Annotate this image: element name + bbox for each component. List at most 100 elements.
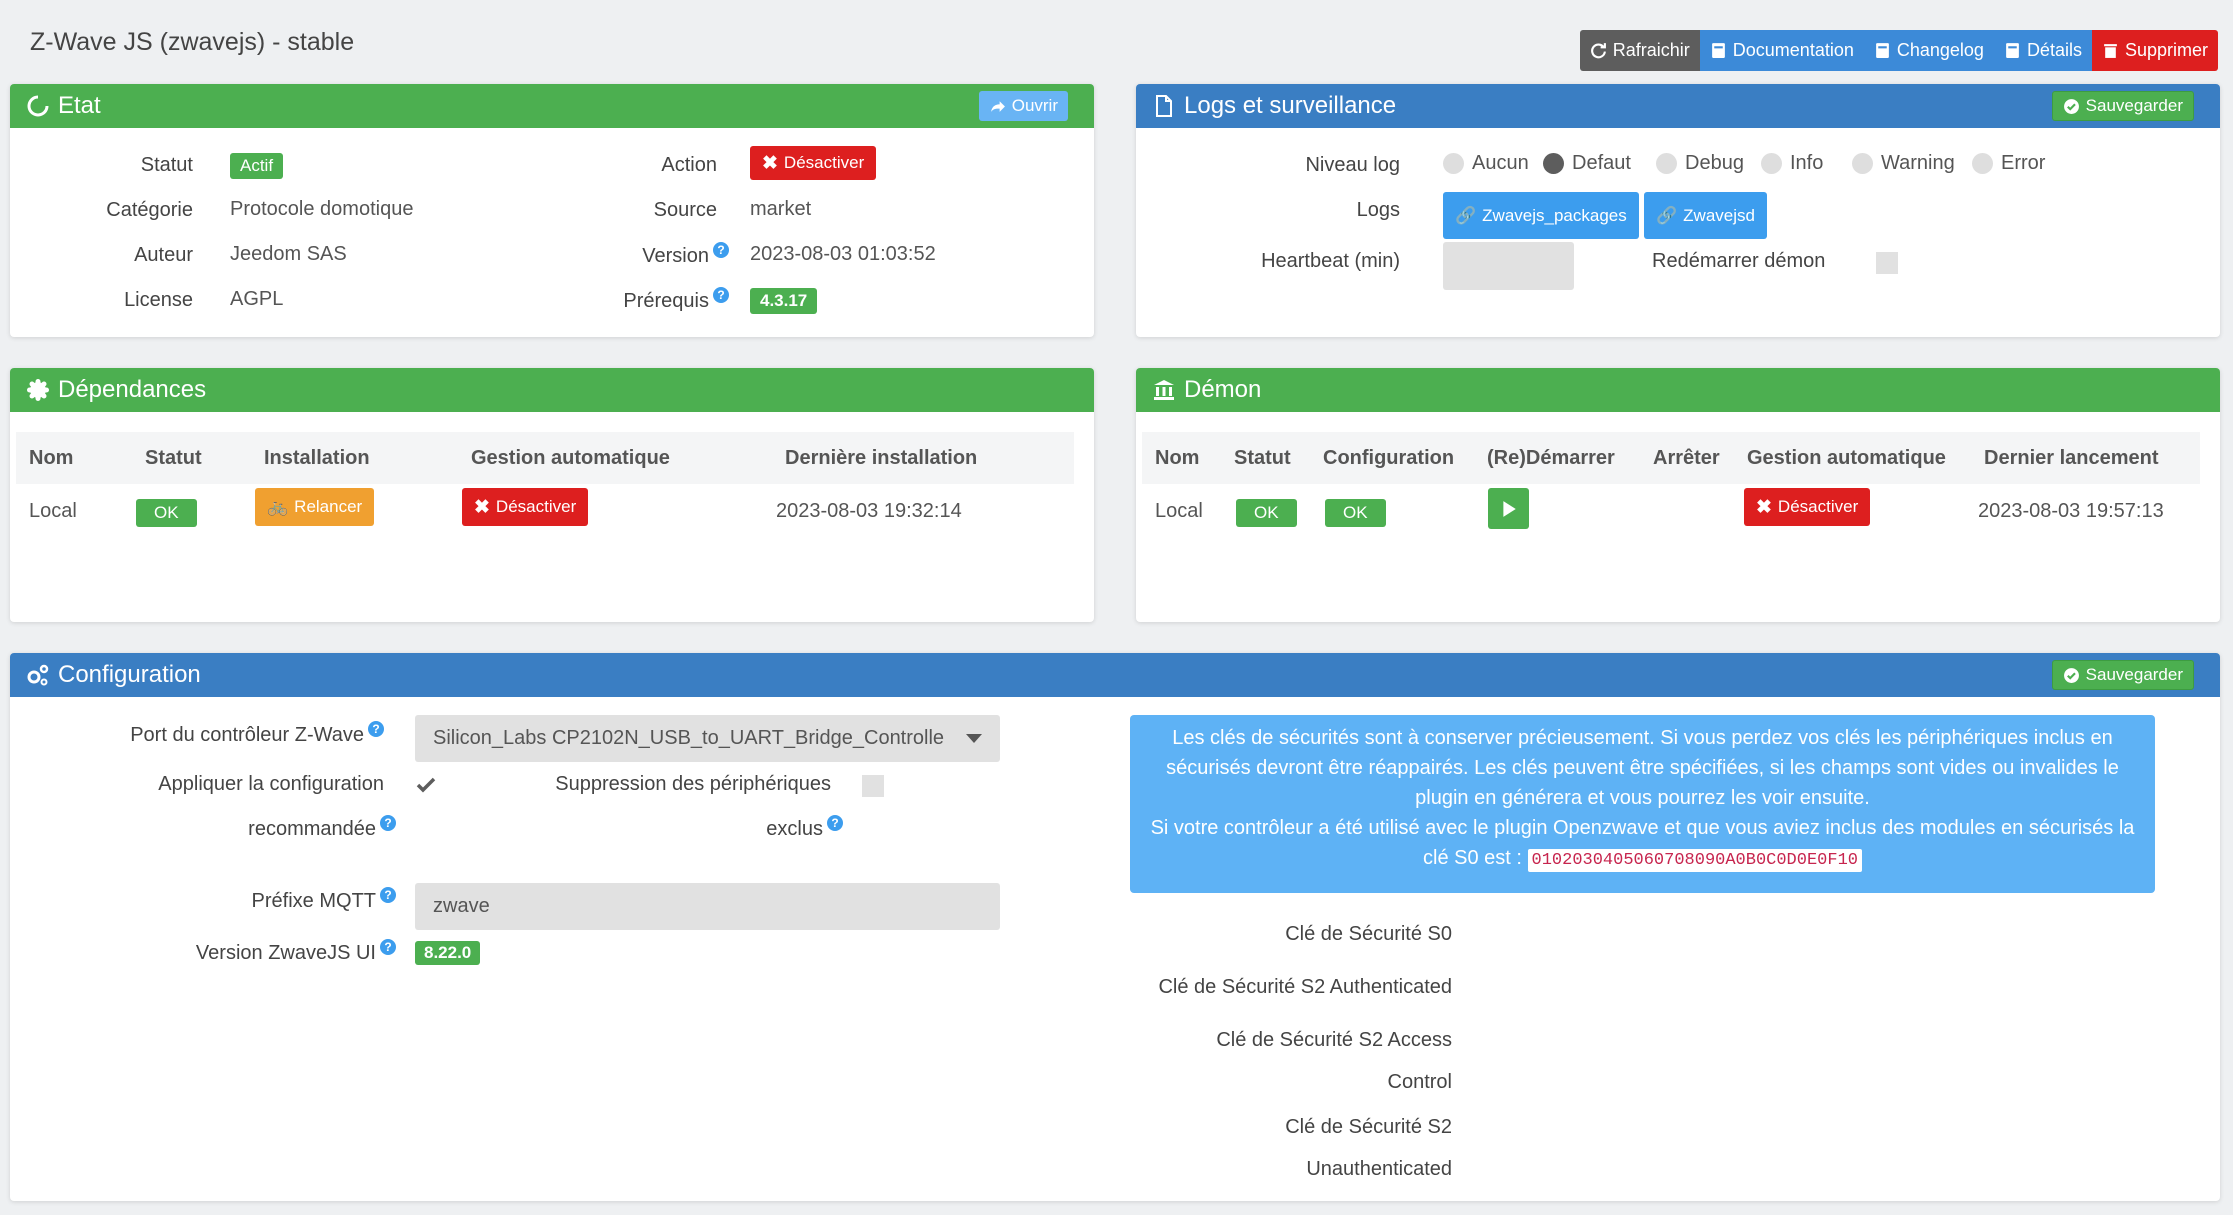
auteur-value: Jeedom SAS	[230, 243, 347, 265]
check-icon	[416, 777, 436, 793]
suppression-label-2-wrap: exclus?	[766, 815, 843, 841]
close-icon: ✖	[474, 496, 490, 518]
radio-label: Error	[2001, 152, 2046, 174]
open-button[interactable]: Ouvrir	[978, 91, 1068, 121]
column-header: Statut	[145, 447, 202, 469]
key-s0-label: Clé de Sécurité S0	[1285, 923, 1452, 945]
statut-label: Statut	[140, 154, 193, 176]
radio-circle[interactable]	[1852, 153, 1873, 174]
column-header: Nom	[29, 447, 74, 469]
help-icon[interactable]: ?	[368, 721, 384, 737]
demon-deactivate-button[interactable]: ✖ Désactiver	[1744, 488, 1871, 526]
radio-circle[interactable]	[1443, 153, 1464, 174]
logs-save-label: Sauvegarder	[2085, 96, 2183, 115]
help-icon[interactable]: ?	[380, 939, 396, 955]
security-info-line-2: Si votre contrôleur a été utilisé avec l…	[1140, 813, 2145, 876]
heartbeat-label: Heartbeat (min)	[1261, 250, 1400, 272]
dep-derniere-installation: 2023-08-03 19:32:14	[776, 500, 962, 522]
mqtt-label-wrap: Préfixe MQTT?	[252, 887, 396, 913]
action-label: Action	[661, 154, 717, 176]
log-zwavejs-packages-button[interactable]: 🔗 Zwavejs_packages	[1443, 192, 1639, 239]
port-label-wrap: Port du contrôleur Z-Wave?	[130, 721, 384, 747]
documentation-label: Documentation	[1732, 40, 1854, 60]
dep-deactivate-button[interactable]: ✖ Désactiver	[462, 488, 589, 526]
start-daemon-button[interactable]	[1488, 488, 1529, 529]
dep-nom: Local	[29, 500, 77, 522]
log-level-radio-info[interactable]: Info	[1761, 152, 1823, 175]
security-info-box: Les clés de sécurités sont à conserver p…	[1130, 715, 2155, 893]
mqtt-label: Préfixe MQTT	[251, 890, 376, 912]
dependances-header: Dépendances	[10, 368, 1094, 412]
help-icon[interactable]: ?	[827, 815, 843, 831]
help-icon[interactable]: ?	[380, 887, 396, 903]
ui-version-label: Version ZwaveJS UI	[195, 942, 376, 964]
check-circle-icon	[2063, 667, 2079, 683]
changelog-button[interactable]: Changelog	[1863, 30, 1994, 71]
log-level-radio-defaut[interactable]: Defaut	[1543, 152, 1631, 175]
refresh-button[interactable]: Rafraichir	[1579, 30, 1700, 71]
log-level-radio-aucun[interactable]: Aucun	[1443, 152, 1529, 175]
restart-daemon-checkbox[interactable]	[1876, 252, 1898, 274]
mqtt-prefix-input[interactable]: zwave	[415, 883, 1000, 930]
log-zwavejsd-label: Zwavejsd	[1683, 205, 1755, 225]
log-zwavejsd-button[interactable]: 🔗 Zwavejsd	[1644, 192, 1767, 239]
niveau-log-label: Niveau log	[1305, 154, 1400, 176]
share-icon	[990, 100, 1005, 112]
log-level-radio-debug[interactable]: Debug	[1656, 152, 1744, 175]
book-icon	[2006, 43, 2019, 58]
dependances-title: Dépendances	[58, 376, 207, 403]
trash-icon	[2104, 44, 2117, 58]
deactivate-plugin-button[interactable]: ✖ Désactiver	[750, 146, 877, 180]
demon-config-badge: OK	[1325, 499, 1386, 527]
s0-key-code: 0102030405060708090A0B0C0D0E0F10	[1527, 849, 1862, 872]
book-icon	[1875, 43, 1889, 58]
key-s2-auth-label: Clé de Sécurité S2 Authenticated	[1158, 976, 1452, 998]
prerequis-label: Prérequis	[623, 290, 709, 312]
version-label: Version	[642, 245, 709, 267]
details-button[interactable]: Détails	[1993, 30, 2092, 71]
help-icon[interactable]: ?	[380, 815, 396, 831]
log-level-radio-error[interactable]: Error	[1972, 152, 2045, 175]
delete-button[interactable]: Supprimer	[2091, 30, 2218, 71]
apply-config-label-1: Appliquer la configuration	[158, 773, 384, 795]
refresh-label: Rafraichir	[1612, 40, 1690, 60]
radio-circle[interactable]	[1656, 153, 1677, 174]
source-label: Source	[653, 199, 717, 221]
apply-config-checkbox[interactable]	[415, 774, 437, 796]
prerequis-label-wrap: Prérequis?	[623, 287, 729, 313]
port-select[interactable]: Silicon_Labs CP2102N_USB_to_UART_Bridge_…	[415, 715, 1000, 762]
configuration-title: Configuration	[58, 661, 201, 688]
config-save-button[interactable]: Sauvegarder	[2051, 660, 2194, 690]
demon-title: Démon	[1184, 376, 1262, 403]
auteur-label: Auteur	[134, 244, 193, 266]
relaunch-dependencies-button[interactable]: 🚲 Relancer	[255, 488, 375, 526]
categorie-value: Protocole domotique	[230, 198, 414, 220]
column-header: Gestion automatique	[1747, 447, 1946, 469]
configuration-header: Configuration Sauvegarder	[10, 653, 2220, 697]
radio-circle[interactable]	[1972, 153, 1993, 174]
relaunch-label: Relancer	[294, 497, 363, 516]
suppression-checkbox[interactable]	[862, 775, 884, 797]
dep-deactivate-label: Désactiver	[495, 497, 577, 516]
log-level-radio-warning[interactable]: Warning	[1852, 152, 1955, 175]
etat-title: Etat	[58, 92, 101, 119]
statut-badge: Actif	[230, 153, 284, 179]
certificate-icon	[27, 379, 49, 401]
demon-deactivate-label: Désactiver	[1777, 497, 1859, 516]
logs-save-button[interactable]: Sauvegarder	[2051, 91, 2194, 121]
logs-label: Logs	[1356, 199, 1400, 221]
radio-circle[interactable]	[1543, 153, 1564, 174]
help-icon[interactable]: ?	[713, 287, 729, 303]
demon-panel: Démon Nom Statut Configuration (Re)Démar…	[1136, 368, 2220, 622]
heartbeat-input[interactable]	[1443, 242, 1574, 290]
column-header: (Re)Démarrer	[1487, 447, 1615, 469]
version-value: 2023-08-03 01:03:52	[750, 243, 936, 265]
radio-label: Aucun	[1472, 152, 1529, 174]
page-title: Z-Wave JS (zwavejs) - stable	[30, 28, 355, 56]
paperclip-icon: 🔗	[1656, 205, 1678, 225]
help-icon[interactable]: ?	[713, 242, 729, 258]
port-select-value: Silicon_Labs CP2102N_USB_to_UART_Bridge_…	[433, 727, 945, 749]
radio-circle[interactable]	[1761, 153, 1782, 174]
documentation-button[interactable]: Documentation	[1699, 30, 1864, 71]
suppression-label-2: exclus	[766, 818, 823, 840]
